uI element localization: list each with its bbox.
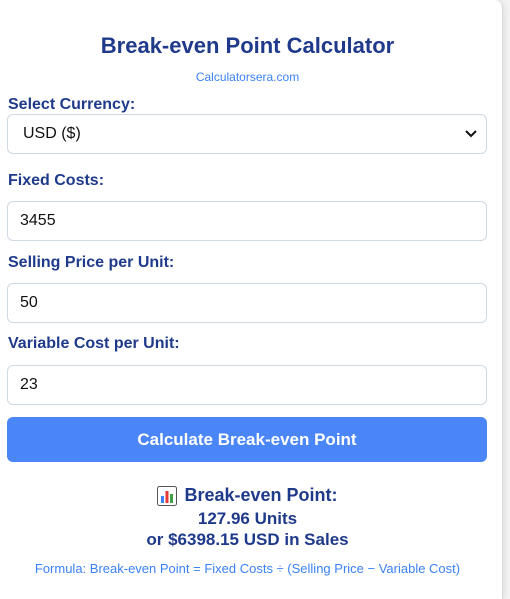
bar-chart-icon [157,485,178,506]
calculator-card: Break-even Point Calculator Calculatorse… [0,0,503,599]
result-heading: Break-even Point: [0,485,495,506]
result-units: 127.96 Units [197,509,298,528]
selling-price-label: Selling Price per Unit: [8,254,175,271]
result-heading-text: Break-even Point: [184,485,338,505]
page-title: Break-even Point Calculator [100,33,395,58]
formula-text: Formula: Break-even Point = Fixed Costs … [34,561,461,576]
result-sales: or $6398.15 USD in Sales [146,530,349,549]
site-name: Calculatorsera.com [195,70,300,84]
currency-label: Select Currency: [8,96,136,113]
currency-select[interactable]: USD ($) [7,114,487,154]
fixed-costs-input[interactable]: 3455 [7,201,487,241]
chevron-down-icon [464,127,478,141]
variable-cost-input[interactable]: 23 [7,365,487,405]
fixed-costs-label: Fixed Costs: [8,172,105,189]
selling-price-input[interactable]: 50 [7,283,487,323]
variable-cost-label: Variable Cost per Unit: [8,335,180,352]
currency-selected-value: USD ($) [23,125,81,142]
calculate-button[interactable]: Calculate Break-even Point [7,417,487,462]
